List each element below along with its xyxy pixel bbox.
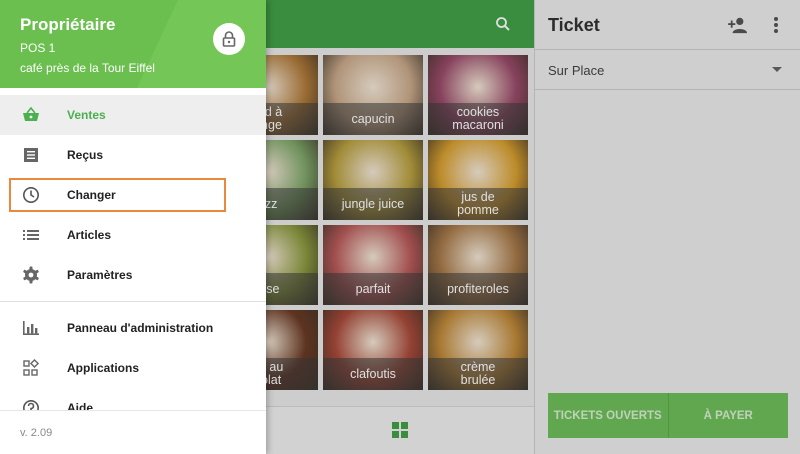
menu-divider: [0, 301, 266, 302]
version-footer: v. 2.09: [0, 410, 266, 454]
navigation-drawer: Propriétaire POS 1 café près de la Tour …: [0, 0, 266, 454]
basket-icon: [23, 106, 39, 121]
menu-item-parametres[interactable]: Paramètres: [0, 255, 266, 295]
pos-name: POS 1: [20, 41, 56, 55]
app-version: v. 2.09: [20, 427, 53, 439]
drawer-header: Propriétaire POS 1 café près de la Tour …: [0, 0, 266, 88]
gear-icon: [23, 266, 39, 284]
selection-highlight: [9, 178, 226, 212]
apps-icon: [23, 359, 40, 376]
menu-item-label: Panneau d'administration: [67, 321, 214, 335]
menu-item-recus[interactable]: Reçus: [0, 135, 266, 175]
menu-item-label: Paramètres: [67, 268, 133, 282]
lock-button[interactable]: [213, 23, 245, 55]
menu-item-label: Ventes: [67, 108, 106, 122]
receipt-icon: [24, 148, 38, 162]
list-icon: [23, 230, 39, 240]
menu-item-ventes[interactable]: Ventes: [0, 95, 266, 135]
lock-icon: [222, 31, 236, 47]
menu-item-label: Reçus: [67, 148, 104, 162]
menu-item-articles[interactable]: Articles: [0, 215, 266, 255]
store-name: café près de la Tour Eiffel: [20, 61, 155, 75]
menu-item-label: Applications: [67, 361, 140, 375]
bar-chart-icon: [23, 321, 39, 335]
menu-item-label: Articles: [67, 228, 112, 242]
user-role: Propriétaire: [20, 15, 116, 34]
menu-item-admin-panel[interactable]: Panneau d'administration: [0, 308, 266, 348]
menu-item-applications[interactable]: Applications: [0, 348, 266, 388]
